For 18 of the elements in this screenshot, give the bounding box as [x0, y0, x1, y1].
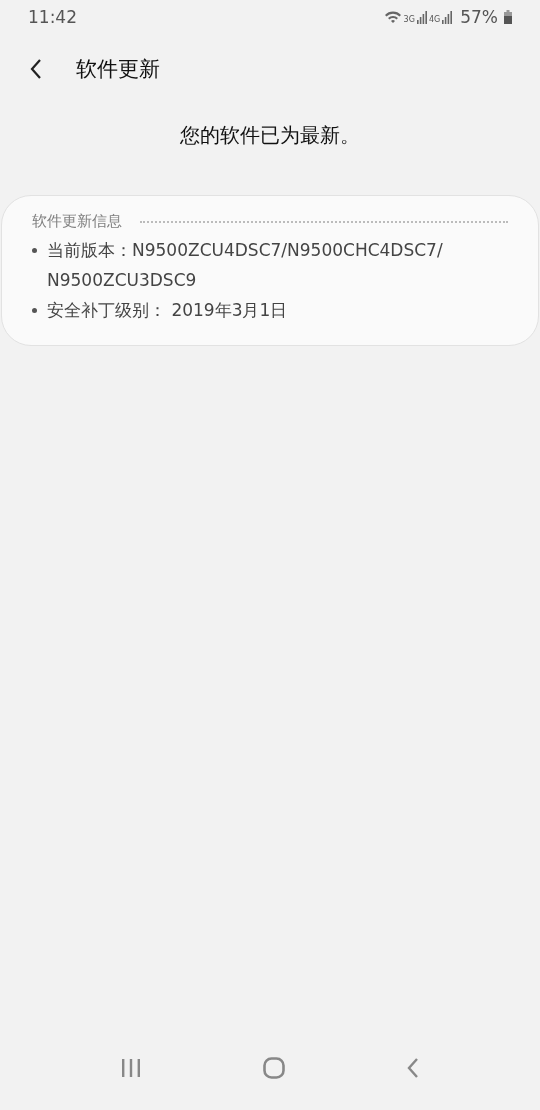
status-message: 您的软件已为最新。 [179, 122, 361, 149]
page-title: 软件更新 [76, 56, 160, 83]
info-text: 安全补丁级别： 2019年3月1日 [47, 299, 288, 322]
recent-apps-button[interactable] [121, 1059, 141, 1077]
bullet-icon [32, 308, 37, 313]
bullet-icon [32, 248, 37, 253]
status-time: 11:42 [28, 7, 77, 27]
home-button[interactable] [263, 1057, 285, 1079]
battery-icon [504, 10, 512, 24]
signal-icon [416, 10, 427, 24]
battery-percent: 57% [460, 7, 498, 27]
back-nav-button[interactable] [407, 1058, 419, 1078]
wifi-icon [383, 10, 402, 24]
network-label: 3G [403, 15, 415, 24]
network-label: 4G [428, 15, 441, 24]
signal-icon [442, 10, 453, 24]
info-text: 当前版本：N9500ZCU4DSC7/N9500CHC4DSC7/ N9500ZCU3DSC9 [47, 239, 444, 292]
section-heading: 软件更新信息 [32, 212, 122, 231]
